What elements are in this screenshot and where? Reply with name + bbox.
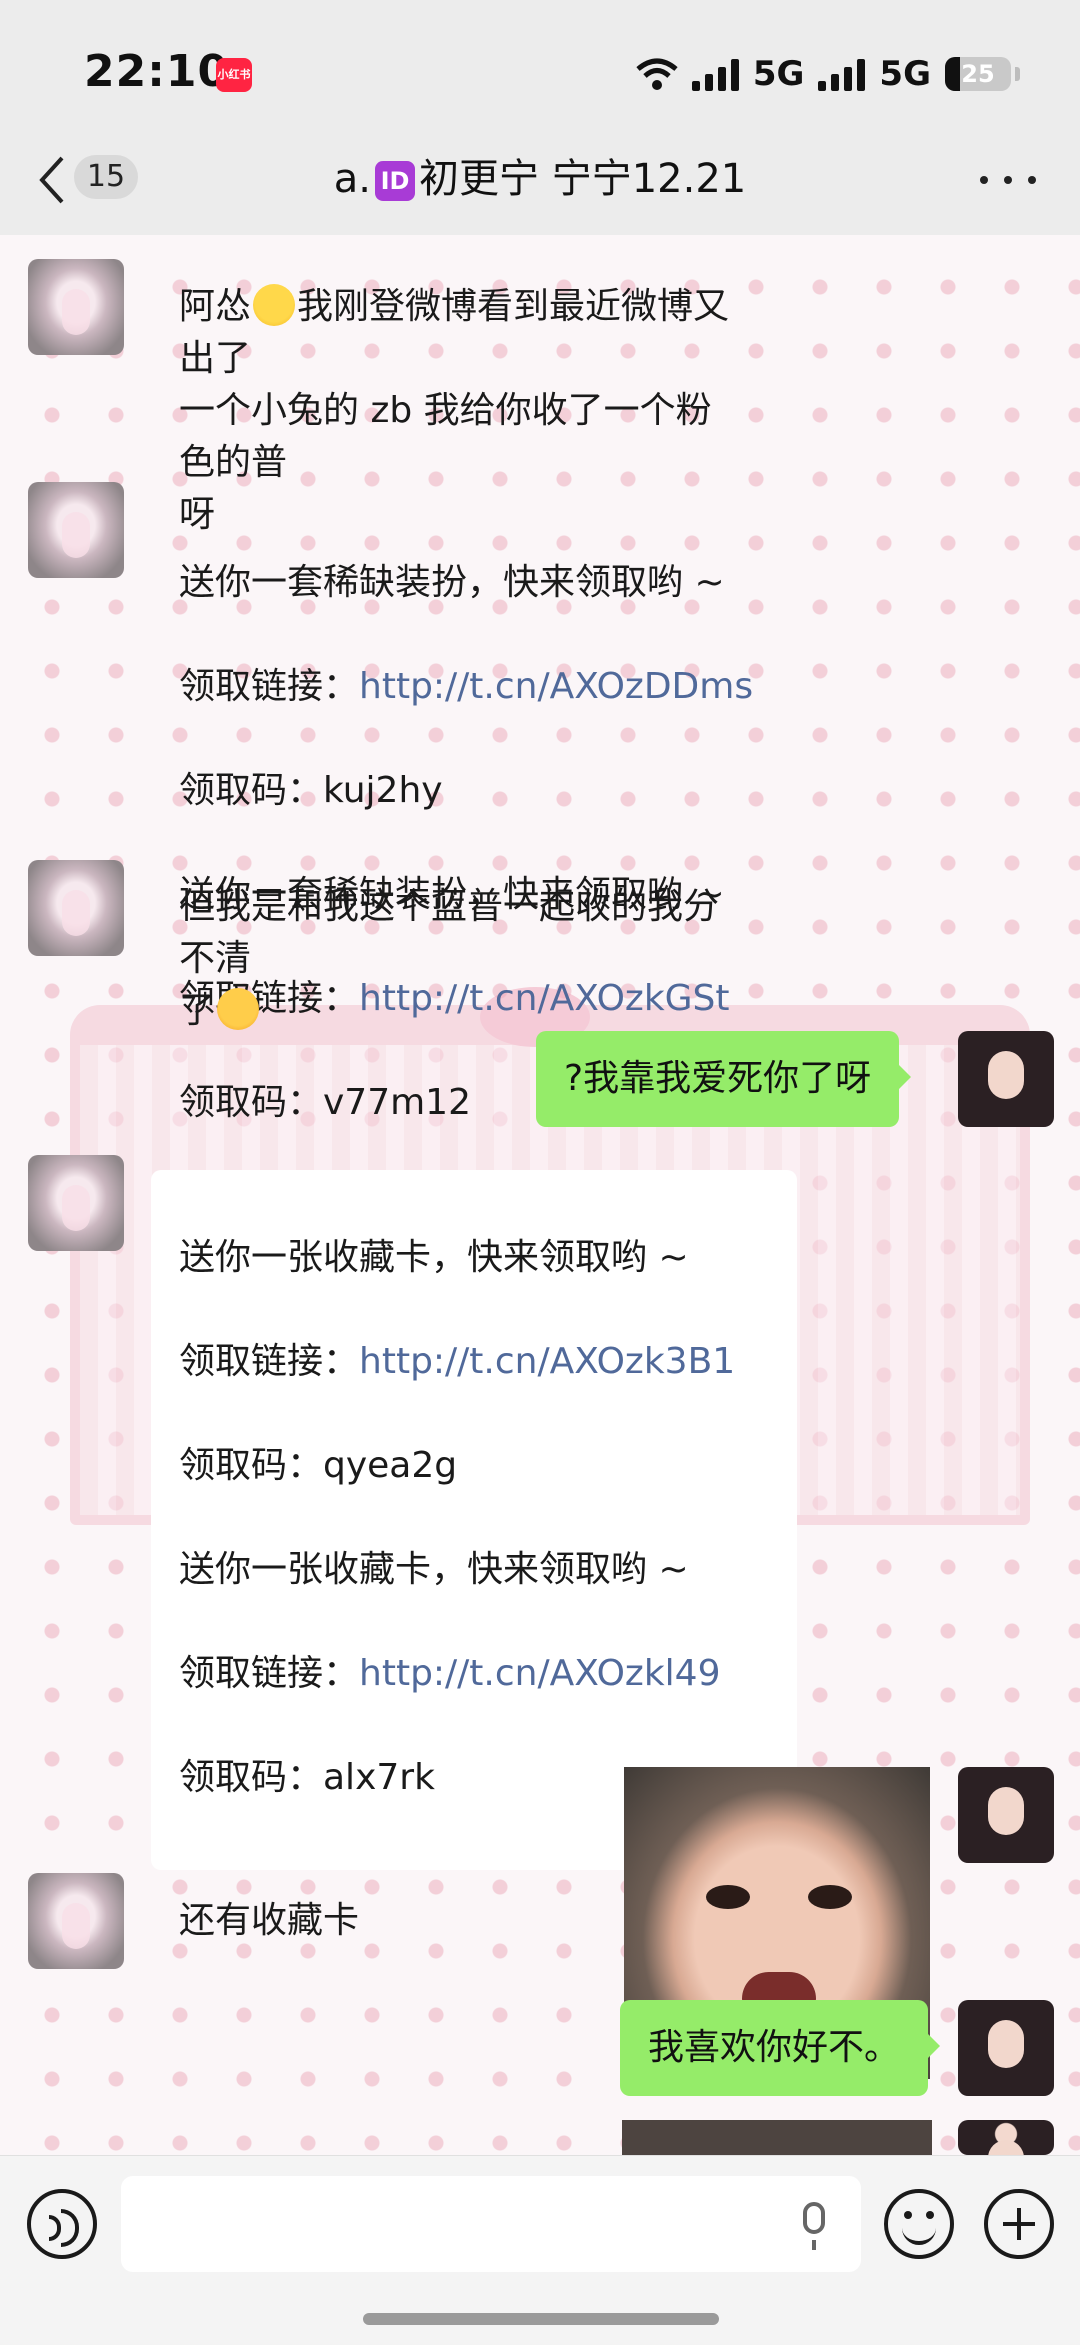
battery-level: 25 <box>961 60 995 88</box>
message-line: 送你一张收藏卡，快来领取哟 ~ <box>179 1237 689 1278</box>
home-indicator[interactable] <box>363 2313 719 2325</box>
message-bubble-incoming[interactable]: 还有收藏卡 <box>151 1895 387 1947</box>
message-line: 送你一张收藏卡，快来领取哟 ~ <box>179 1549 689 1590</box>
contact-avatar[interactable] <box>28 482 124 578</box>
message-line: 领取链接：http://t.cn/AXOzk3B1 <box>179 1336 769 1388</box>
my-avatar[interactable] <box>958 1767 1054 1863</box>
voice-input-button[interactable] <box>27 2189 97 2259</box>
link-label: 领取链接： <box>179 1341 360 1382</box>
title-suffix: 初更宁 宁宁12.21 <box>419 156 747 202</box>
contact-avatar[interactable] <box>28 1873 124 1969</box>
id-emoji-chip: ID <box>375 161 415 201</box>
message-text: 但我是和我这个蓝普一起收的我分不清 了 <box>179 886 720 1031</box>
microphone-icon[interactable] <box>803 2202 825 2250</box>
signal-icon-2 <box>818 57 866 91</box>
message-line: 领取码：qyea2g <box>179 1445 458 1486</box>
redbook-app-icon: 小红书 <box>216 58 252 92</box>
message-bubble-outgoing[interactable]: 我喜欢你好不。 <box>620 2000 941 2096</box>
my-avatar[interactable] <box>958 2000 1054 2096</box>
chat-area[interactable]: 阿怂 我刚登微博看到最近微博又出了 一个小兔的 zb 我给你收了一个粉色的普 呀 … <box>0 235 1080 2155</box>
message-bubble-incoming[interactable]: 阿怂 我刚登微博看到最近微博又出了 一个小兔的 zb 我给你收了一个粉色的普 呀 <box>151 281 767 541</box>
message-bubble-incoming[interactable]: 但我是和我这个蓝普一起收的我分不清 了 <box>151 881 767 1037</box>
signal-icon <box>691 57 739 91</box>
redeem-link[interactable]: http://t.cn/AXOzDDms <box>359 666 753 707</box>
my-avatar[interactable] <box>958 2120 1054 2155</box>
status-indicators: 5G 5G 25 <box>636 50 1020 98</box>
message-text: 阿怂 <box>179 286 252 327</box>
my-avatar[interactable] <box>958 1031 1054 1127</box>
smiling-emoji-icon <box>253 284 296 326</box>
message-line: 领取链接：http://t.cn/AXOzDDms <box>179 661 799 713</box>
more-actions-button[interactable] <box>984 2189 1054 2259</box>
title-prefix: a. <box>333 156 371 202</box>
contact-avatar[interactable] <box>28 259 124 355</box>
input-bar <box>0 2155 1080 2345</box>
message-line: 领取码：kuj2hy <box>179 770 443 811</box>
dizzy-face-emoji-icon <box>217 988 260 1030</box>
wifi-icon <box>636 58 678 90</box>
redeem-link[interactable]: http://t.cn/AXOzkl49 <box>359 1653 720 1694</box>
contact-avatar[interactable] <box>28 1155 124 1251</box>
network-type-2: 5G <box>879 54 931 94</box>
message-line: 送你一套稀缺装扮，快来领取哟 ~ <box>179 562 725 603</box>
more-options-button[interactable] <box>980 160 1036 200</box>
top-bar: 22:10 小红书 5G 5G 25 15 a. ID 初更宁 宁宁12.21 <box>0 0 1080 235</box>
message-text: 我刚登微博看到最近微博又出了 一个小兔的 zb 我给你收了一个粉色的普 呀 <box>179 286 730 535</box>
message-bubble-incoming[interactable]: 送你一张收藏卡，快来领取哟 ~ 领取链接：http://t.cn/AXOzk3B… <box>151 1170 797 1870</box>
message-line: 领取链接：http://t.cn/AXOzkl49 <box>179 1648 769 1700</box>
status-time: 22:10 <box>84 46 230 97</box>
photo-message-partial[interactable] <box>622 2120 932 2155</box>
network-type-1: 5G <box>752 54 805 94</box>
link-label: 领取链接： <box>179 1653 360 1694</box>
contact-avatar[interactable] <box>28 860 124 956</box>
redeem-link[interactable]: http://t.cn/AXOzk3B1 <box>359 1341 735 1382</box>
message-input[interactable] <box>121 2176 861 2272</box>
battery-icon: 25 <box>945 57 1011 91</box>
emoji-button[interactable] <box>884 2189 954 2259</box>
battery-nub <box>1015 67 1020 81</box>
message-bubble-outgoing[interactable]: ?我靠我爱死你了呀 <box>536 1031 912 1127</box>
chat-title[interactable]: a. ID 初更宁 宁宁12.21 <box>0 146 1080 204</box>
link-label: 领取链接： <box>179 666 360 707</box>
